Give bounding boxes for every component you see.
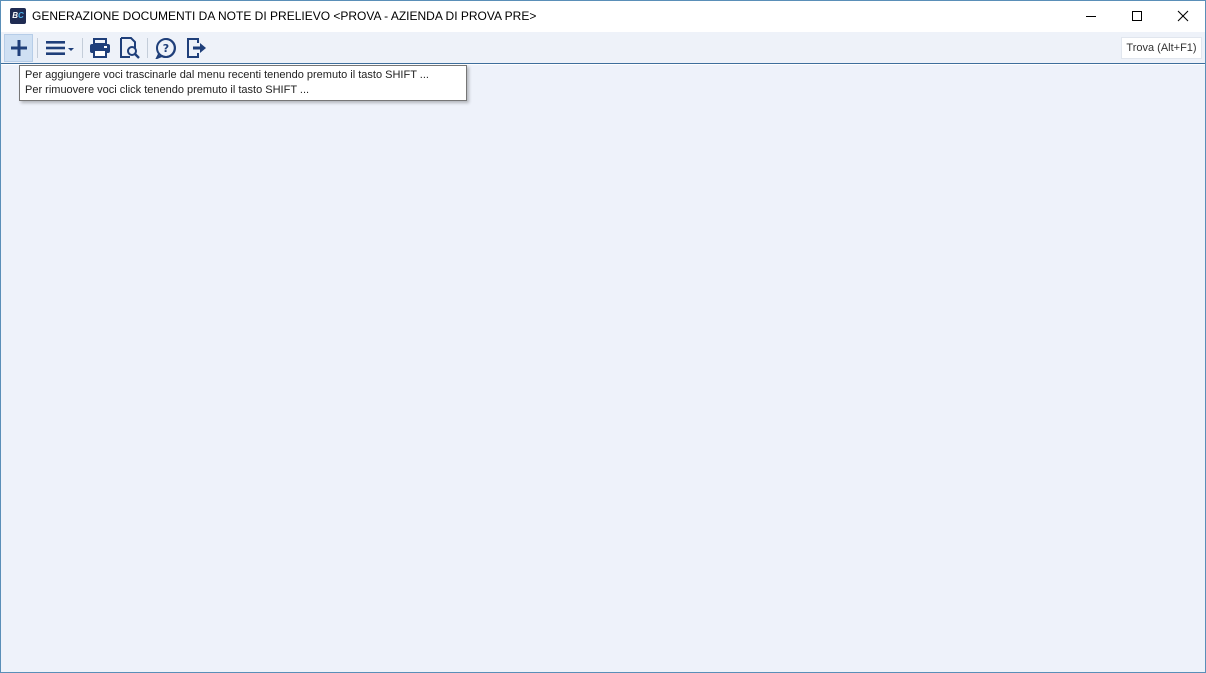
help-icon: ?	[155, 38, 176, 59]
menu-dropdown-button[interactable]	[42, 34, 78, 62]
svg-text:?: ?	[163, 42, 169, 55]
toolbar: ? Trova (Alt+F1)	[1, 32, 1205, 64]
app-logo-icon: BC	[10, 8, 26, 24]
print-preview-button[interactable]	[117, 34, 141, 62]
maximize-icon	[1132, 11, 1142, 21]
exit-icon	[187, 38, 206, 58]
app-window: BC GENERAZIONE DOCUMENTI DA NOTE DI PREL…	[0, 0, 1206, 673]
help-button[interactable]: ?	[154, 34, 178, 62]
print-button[interactable]	[88, 34, 112, 62]
window-title: GENERAZIONE DOCUMENTI DA NOTE DI PRELIEV…	[32, 9, 537, 23]
maximize-button[interactable]	[1114, 1, 1160, 31]
content-area	[1, 65, 1205, 672]
minimize-button[interactable]	[1068, 1, 1114, 31]
tooltip-line-remove: Per rimuovere voci click tenendo premuto…	[25, 84, 310, 96]
toolbar-separator	[147, 38, 148, 58]
toolbar-separator	[82, 38, 83, 58]
exit-button[interactable]	[184, 34, 208, 62]
close-button[interactable]	[1160, 1, 1206, 31]
toolbar-separator	[37, 38, 38, 58]
add-favorite-button[interactable]	[4, 34, 33, 62]
hamburger-menu-icon	[46, 41, 74, 55]
tooltip-line-add: Per aggiungere voci trascinarle dal menu…	[25, 69, 429, 81]
title-bar[interactable]: BC GENERAZIONE DOCUMENTI DA NOTE DI PREL…	[1, 1, 1205, 32]
tooltip: Per aggiungere voci trascinarle dal menu…	[19, 65, 467, 101]
plus-icon	[10, 40, 27, 56]
minimize-icon	[1086, 16, 1096, 17]
find-button[interactable]: Trova (Alt+F1)	[1121, 37, 1202, 59]
printer-icon	[90, 38, 110, 58]
close-icon	[1177, 10, 1189, 22]
print-preview-icon	[120, 37, 140, 59]
